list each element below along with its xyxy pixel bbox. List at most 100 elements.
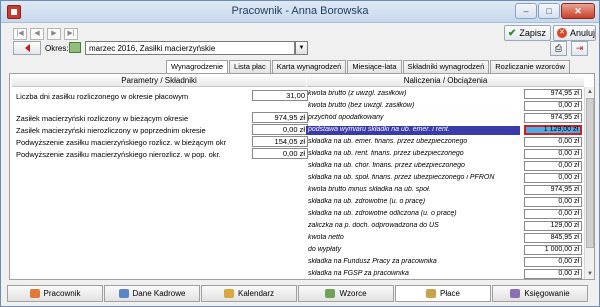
prev-record-button[interactable]: ◀ bbox=[30, 28, 44, 40]
charge-value: 0,00 zł bbox=[524, 197, 582, 207]
close-button[interactable]: ✕ bbox=[561, 3, 595, 19]
scroll-down-icon[interactable]: ▼ bbox=[585, 269, 595, 279]
tab-rozliczanie-wzorcow[interactable]: Rozliczanie wzorców bbox=[490, 60, 570, 73]
parameter-label: Podwyższenie zasiłku macierzyńskiego roz… bbox=[16, 138, 227, 147]
tab-miesiace-lata[interactable]: Miesiące-lata bbox=[347, 60, 402, 73]
chevron-down-icon[interactable]: ▼ bbox=[295, 41, 308, 55]
ledger-icon bbox=[510, 289, 521, 298]
charge-row[interactable]: składka na ub. zdrowotne odliczona (u. o… bbox=[306, 209, 582, 219]
btab-pracownik[interactable]: Pracownik bbox=[7, 285, 103, 302]
scroll-thumb[interactable] bbox=[586, 98, 594, 248]
bottom-tab-strip: Pracownik Dane Kadrowe Kalendarz Wzorce … bbox=[7, 285, 588, 302]
content-panel: Parametry / Składniki Naliczenia / Obcią… bbox=[9, 73, 595, 280]
btab-kalendarz[interactable]: Kalendarz bbox=[201, 285, 297, 302]
parameter-value[interactable]: 0,00 zł bbox=[252, 148, 308, 159]
charge-value: 129,00 zł bbox=[524, 221, 582, 231]
parameter-value[interactable]: 31,00 bbox=[252, 90, 308, 101]
btab-label: Kalendarz bbox=[237, 289, 275, 298]
cancel-icon: ✕ bbox=[557, 28, 567, 38]
calendar-icon bbox=[69, 42, 81, 53]
charge-value: 1 129,00 zł bbox=[524, 125, 582, 135]
vertical-scrollbar[interactable]: ▲ ▼ bbox=[584, 87, 594, 279]
charge-value: 0,00 zł bbox=[524, 269, 582, 279]
parameter-label: Zasiłek macierzyński rozliczony w bieżąc… bbox=[16, 114, 189, 123]
charge-value: 0,00 zł bbox=[524, 137, 582, 147]
maximize-button[interactable]: □ bbox=[538, 3, 560, 19]
charge-value: 0,00 zł bbox=[524, 161, 582, 171]
minimize-button[interactable]: ‒ bbox=[515, 3, 537, 19]
parameter-row: Zasiłek macierzyński rozliczony w bieżąc… bbox=[16, 112, 308, 124]
parameter-label: Zasiłek macierzyński nierozliczony w pop… bbox=[16, 126, 206, 135]
charge-row[interactable]: przychód opodatkowany 974,95 zł bbox=[306, 113, 582, 123]
tab-wynagrodzenie[interactable]: Wynagrodzenie bbox=[166, 60, 229, 74]
printer-icon: ⎙ bbox=[554, 43, 563, 53]
charge-row[interactable]: składka na ub. rent. finans. przez ubezp… bbox=[306, 149, 582, 159]
charge-row[interactable]: kwota brutto (bez uwzgl. zasiłków) 0,00 … bbox=[306, 101, 582, 111]
charge-label: składka na ub. zdrowotne (u. o pracę) bbox=[308, 198, 426, 205]
next-record-button[interactable]: ▶ bbox=[47, 28, 61, 40]
charge-row[interactable]: do wypłaty 1 000,00 zł bbox=[306, 245, 582, 255]
charge-row[interactable]: składka na ub. chor. finans. przez ubezp… bbox=[306, 161, 582, 171]
cancel-button[interactable]: ✕ Anuluj bbox=[553, 25, 596, 41]
last-record-button[interactable]: ▶| bbox=[64, 28, 78, 40]
charge-label: przychód opodatkowany bbox=[308, 114, 384, 121]
charge-value: 974,95 zł bbox=[524, 113, 582, 123]
person-icon bbox=[29, 289, 40, 298]
parameter-label: Podwyższenie zasiłku macierzyńskiego nie… bbox=[16, 150, 221, 159]
scroll-up-icon[interactable]: ▲ bbox=[585, 87, 595, 97]
exit-button[interactable]: ⇥ bbox=[571, 41, 588, 56]
parameter-value[interactable]: 0,00 zł bbox=[252, 124, 308, 135]
tab-skladniki-wynagrodzen[interactable]: Składniki wynagrodzeń bbox=[402, 60, 490, 73]
charge-label: kwota brutto minus składka na ub. społ. bbox=[308, 186, 431, 193]
exit-icon: ⇥ bbox=[575, 43, 584, 53]
arrow-left-icon bbox=[24, 44, 30, 52]
charge-label: do wypłaty bbox=[308, 246, 342, 253]
charge-row[interactable]: składka na ub. społ. finans. przez ubezp… bbox=[306, 173, 582, 183]
okres-label: Okres: bbox=[45, 44, 69, 53]
btab-dane-kadrowe[interactable]: Dane Kadrowe bbox=[104, 285, 200, 302]
charge-label: kwota brutto (z uwzgl. zasiłków) bbox=[308, 90, 407, 97]
charge-label: składka na ub. chor. finans. przez ubezp… bbox=[308, 162, 465, 169]
card-icon bbox=[118, 289, 129, 298]
parameter-value[interactable]: 974,95 zł bbox=[252, 112, 308, 123]
tab-karta-wynagrodzen[interactable]: Karta wynagrodzeń bbox=[271, 60, 347, 73]
charge-row[interactable]: składka na Fundusz Pracy za pracownika 0… bbox=[306, 257, 582, 267]
money-icon bbox=[425, 289, 436, 298]
btab-place[interactable]: Płace bbox=[395, 285, 491, 302]
parameter-row: Podwyższenie zasiłku macierzyńskiego nie… bbox=[16, 148, 308, 160]
first-record-button[interactable]: |◀ bbox=[13, 28, 27, 40]
btab-label: Dane Kadrowe bbox=[132, 289, 186, 298]
back-button[interactable] bbox=[13, 41, 41, 55]
charge-row[interactable]: składka na ub. zdrowotne (u. o pracę) 0,… bbox=[306, 197, 582, 207]
app-window: Pracownik - Anna Borowska ‒ □ ✕ |◀ ◀ ▶ ▶… bbox=[0, 0, 600, 307]
charge-row[interactable]: składka na ub. emer. finans. przez ubezp… bbox=[306, 137, 582, 147]
charge-label: zaliczka na p. doch. odprowadzona do US bbox=[308, 222, 439, 229]
save-button[interactable]: ✔ Zapisz bbox=[504, 25, 551, 41]
charge-row[interactable]: składka na FGŚP za pracownika 0,00 zł bbox=[306, 269, 582, 279]
btab-wzorce[interactable]: Wzorce bbox=[298, 285, 394, 302]
save-label: Zapisz bbox=[519, 28, 546, 38]
print-button[interactable]: ⎙ bbox=[550, 41, 567, 56]
charge-row[interactable]: zaliczka na p. doch. odprowadzona do US … bbox=[306, 221, 582, 231]
charge-row[interactable]: kwota brutto (z uwzgl. zasiłków) 974,95 … bbox=[306, 89, 582, 99]
charge-value: 974,95 zł bbox=[524, 185, 582, 195]
btab-ksiegowanie[interactable]: Księgowanie bbox=[492, 285, 588, 302]
charge-value: 0,00 zł bbox=[524, 257, 582, 267]
charge-row[interactable]: kwota netto 845,95 zł bbox=[306, 233, 582, 243]
checkmark-icon: ✔ bbox=[508, 27, 517, 39]
tab-strip: Wynagrodzenie Lista płac Karta wynagrodz… bbox=[166, 60, 571, 74]
charge-value: 1 000,00 zł bbox=[524, 245, 582, 255]
charge-value: 0,00 zł bbox=[524, 173, 582, 183]
charge-label: składka na ub. rent. finans. przez ubezp… bbox=[308, 150, 464, 157]
template-icon bbox=[325, 289, 336, 298]
charge-label: składka na FGŚP za pracownika bbox=[308, 270, 409, 277]
charge-value: 0,00 zł bbox=[524, 209, 582, 219]
parametry-header: Parametry / Składniki bbox=[12, 76, 306, 87]
btab-label: Wzorce bbox=[339, 289, 367, 298]
okres-select[interactable]: marzec 2016, Zasiłki macierzyńskie bbox=[85, 41, 295, 55]
tab-lista-plac[interactable]: Lista płac bbox=[229, 60, 271, 73]
charge-value: 974,95 zł bbox=[524, 89, 582, 99]
charge-row[interactable]: kwota brutto minus składka na ub. społ. … bbox=[306, 185, 582, 195]
parameter-value[interactable]: 154,05 zł bbox=[252, 136, 308, 147]
charge-row-selected[interactable]: podstawa wymiaru składki na ub. emer. i … bbox=[306, 125, 582, 135]
